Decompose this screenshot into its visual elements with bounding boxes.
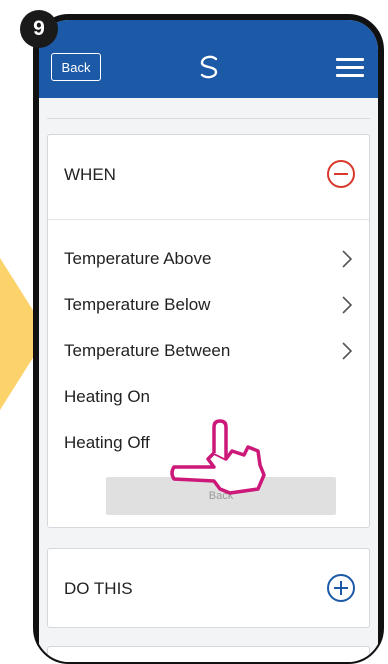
minus-circle-icon[interactable] <box>327 160 355 188</box>
chevron-right-icon <box>342 342 353 360</box>
phone-frame: Back WHEN Temperature Above Temperature … <box>33 14 384 664</box>
do-this-card-title: DO THIS <box>64 579 133 598</box>
salus-logo-icon <box>200 55 218 79</box>
do-this-card: DO THIS <box>47 548 370 628</box>
option-label: Temperature Between <box>64 341 231 360</box>
option-temperature-between[interactable]: Temperature Between <box>64 329 359 373</box>
back-button[interactable]: Back <box>51 53 101 81</box>
option-temperature-above[interactable]: Temperature Above <box>64 237 359 281</box>
option-label: Temperature Above <box>64 249 212 268</box>
plus-circle-icon[interactable] <box>327 574 355 602</box>
when-card-title: WHEN <box>64 165 116 184</box>
pointing-hand-icon <box>170 419 266 495</box>
next-card-partial <box>47 646 370 662</box>
chevron-right-icon <box>342 296 353 314</box>
option-label: Heating Off <box>64 433 150 452</box>
option-heating-on[interactable]: Heating On <box>64 375 359 419</box>
chevron-right-icon <box>342 250 353 268</box>
card-separator <box>48 219 369 220</box>
hamburger-menu-icon[interactable] <box>336 58 364 78</box>
step-number-badge: 9 <box>20 10 58 48</box>
content-divider <box>47 118 370 119</box>
app-screen: Back WHEN Temperature Above Temperature … <box>39 20 378 662</box>
option-label: Heating On <box>64 387 150 406</box>
option-label: Temperature Below <box>64 295 211 314</box>
option-temperature-below[interactable]: Temperature Below <box>64 283 359 327</box>
top-navigation-bar: Back <box>39 20 378 98</box>
when-card: WHEN Temperature Above Temperature Below… <box>47 134 370 528</box>
